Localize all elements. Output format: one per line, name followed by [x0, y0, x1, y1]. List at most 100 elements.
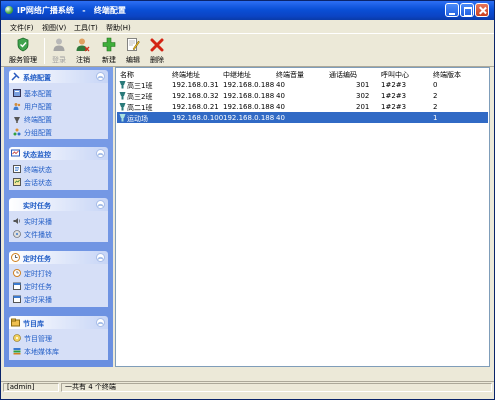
- speaker-terminal-icon: [119, 81, 126, 89]
- sidebar-item-scheduled-bell[interactable]: 定时打铃: [13, 269, 52, 280]
- collapse-chevron-icon[interactable]: ︽: [96, 72, 105, 81]
- user-icon: [53, 38, 65, 51]
- sidebar-item-label: 本地媒体库: [24, 348, 59, 356]
- cell-terminal-address: 192.168.0.100: [172, 114, 224, 122]
- sidebar-item-program-manage[interactable]: 节目管理: [13, 334, 52, 345]
- cell-volume: 40: [276, 103, 285, 111]
- cell-volume: 40: [276, 114, 285, 122]
- table-row[interactable]: 高三2班 192.168.0.32 192.168.0.188 40 302 1…: [117, 90, 488, 101]
- collapse-chevron-icon[interactable]: ︽: [96, 200, 105, 209]
- calendar-icon: [13, 295, 21, 303]
- panel-header[interactable]: 实时任务 ︽: [9, 198, 108, 211]
- sidebar-item-terminal-config[interactable]: 终端配置: [13, 115, 52, 126]
- cell-terminal-address: 192.168.0.21: [172, 103, 219, 111]
- cell-relay-address: 192.168.0.188: [223, 81, 275, 89]
- cell-call-center: 1#2#3: [381, 103, 407, 111]
- login-button[interactable]: 登录: [49, 36, 69, 66]
- panel-title: 系统配置: [23, 74, 51, 82]
- sidebar-item-label: 基本配置: [24, 90, 52, 98]
- menu-view[interactable]: 视图(V): [42, 23, 66, 33]
- panel-header[interactable]: 定时任务 ︽: [9, 251, 108, 264]
- cell-version: 2: [433, 103, 438, 111]
- sidebar-item-label: 用户配置: [24, 103, 52, 111]
- table-row[interactable]: 高三1班 192.168.0.31 192.168.0.188 40 301 1…: [117, 79, 488, 90]
- sidebar-item-realtime-capture[interactable]: 实时采播: [13, 217, 52, 228]
- panel-title: 定时任务: [23, 255, 51, 263]
- speaker-icon: [13, 218, 21, 224]
- menu-tools[interactable]: 工具(T): [74, 23, 98, 33]
- panel-header[interactable]: 状态监控 ︽: [9, 147, 108, 160]
- panel-body: 终端状态 会话状态: [9, 160, 108, 190]
- collapse-chevron-icon[interactable]: ︽: [96, 318, 105, 327]
- title-bar[interactable]: IP网络广播系统 - 终端配置: [1, 1, 494, 20]
- new-label: 新建: [102, 56, 116, 64]
- monitor-icon: [11, 149, 20, 157]
- toolbar-separator: [44, 38, 45, 64]
- clock-icon: [11, 253, 20, 262]
- panel-realtime-tasks: 实时任务 ︽ 实时采播 文件播放: [9, 198, 108, 242]
- panel-title: 实时任务: [23, 202, 51, 210]
- window-title: IP网络广播系统 - 终端配置: [17, 6, 126, 15]
- library-icon: [11, 318, 20, 327]
- delete-label: 删除: [150, 56, 164, 64]
- cell-version: 1: [433, 114, 438, 122]
- sidebar-item-group-config[interactable]: 分组配置: [13, 128, 52, 139]
- service-manage-label: 服务管理: [9, 56, 37, 64]
- status-bar: [admin] 一共有 4 个终端: [1, 381, 494, 392]
- sidebar-item-scheduled-capture[interactable]: 定时采播: [13, 295, 52, 306]
- cell-version: 2: [433, 92, 438, 100]
- terminal-speaker-icon: [14, 117, 20, 123]
- sidebar-item-local-media[interactable]: 本地媒体库: [13, 347, 59, 358]
- sidebar-item-label: 终端状态: [24, 166, 52, 174]
- sidebar-item-label: 分组配置: [24, 129, 52, 137]
- sidebar-item-basic-config[interactable]: 基本配置: [13, 89, 52, 100]
- maximize-button[interactable]: [460, 3, 474, 17]
- sidebar-item-terminal-status[interactable]: 终端状态: [13, 165, 52, 176]
- sidebar-item-session-status[interactable]: 会话状态: [13, 178, 52, 189]
- service-manage-button[interactable]: 服务管理: [7, 36, 39, 66]
- cell-call-code: 302: [356, 92, 370, 100]
- navigation-sidebar: 系统配置 ︽ 基本配置 用户配置 终端配置 分组配置 状态监控 ︽ 终端状态 会…: [4, 67, 113, 367]
- cell-volume: 40: [276, 81, 285, 89]
- cell-relay-address: 192.168.0.188: [223, 92, 275, 100]
- speaker-terminal-icon: [119, 103, 126, 111]
- edit-label: 编辑: [126, 56, 140, 64]
- table-row-selected[interactable]: 运动场 192.168.0.100 192.168.0.188 40 1: [117, 112, 488, 123]
- terminal-list: 名称 终端地址 中继地址 终端音量 通话编码 呼叫中心 终端版本 高三1班 19…: [115, 67, 490, 367]
- toolbar: 服务管理 登录 注销 新建 编辑 删除: [1, 33, 494, 67]
- delete-button[interactable]: 删除: [146, 36, 168, 66]
- panel-header[interactable]: 系统配置 ︽: [9, 70, 108, 83]
- close-button[interactable]: [475, 3, 489, 17]
- panel-header[interactable]: 节目库 ︽: [9, 316, 108, 329]
- sidebar-item-user-config[interactable]: 用户配置: [13, 102, 52, 113]
- sidebar-item-label: 节目管理: [24, 335, 52, 343]
- sidebar-item-label: 定时任务: [24, 283, 52, 291]
- terminal-status-icon: [13, 165, 21, 173]
- minimize-button[interactable]: [445, 3, 459, 17]
- delete-x-icon: [150, 38, 164, 52]
- panel-body: 定时打铃 定时任务 定时采播: [9, 264, 108, 307]
- table-row[interactable]: 高二1班 192.168.0.21 192.168.0.188 40 201 1…: [117, 101, 488, 112]
- edit-button[interactable]: 编辑: [123, 36, 143, 66]
- speaker-terminal-icon: [119, 114, 126, 122]
- sidebar-item-scheduled-task[interactable]: 定时任务: [13, 282, 52, 293]
- sidebar-item-label: 实时采播: [24, 218, 52, 226]
- sidebar-item-label: 定时采播: [24, 296, 52, 304]
- panel-body: 实时采播 文件播放: [9, 211, 108, 242]
- media-library-icon: [13, 348, 21, 355]
- cell-volume: 40: [276, 92, 285, 100]
- logout-button[interactable]: 注销: [73, 36, 93, 66]
- app-icon: [5, 6, 13, 14]
- collapse-chevron-icon[interactable]: ︽: [96, 149, 105, 158]
- cell-terminal-address: 192.168.0.32: [172, 92, 219, 100]
- panel-title: 状态监控: [23, 151, 51, 159]
- menu-help[interactable]: 帮助(H): [106, 23, 131, 33]
- menu-file[interactable]: 文件(F): [10, 23, 34, 33]
- cell-version: 0: [433, 81, 438, 89]
- collapse-chevron-icon[interactable]: ︽: [96, 253, 105, 262]
- new-button[interactable]: 新建: [98, 36, 120, 66]
- cell-name: 运动场: [127, 115, 148, 123]
- sidebar-item-file-play[interactable]: 文件播放: [13, 230, 52, 241]
- panel-body: 节目管理 本地媒体库: [9, 329, 108, 360]
- status-terminal-count: 一共有 4 个终端: [61, 383, 492, 392]
